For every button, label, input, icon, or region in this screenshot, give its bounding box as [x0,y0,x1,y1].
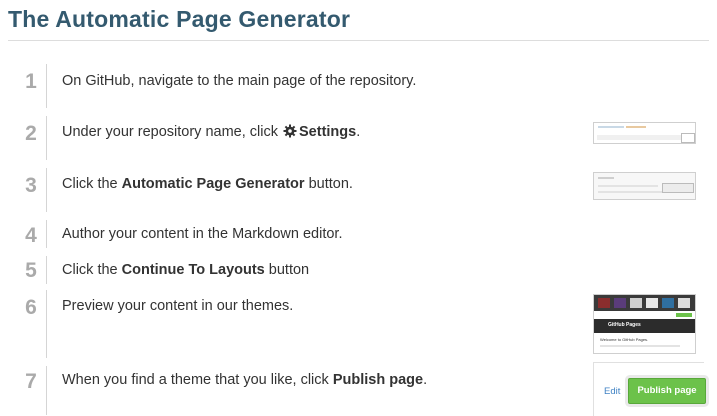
step-divider [46,64,47,108]
edit-link[interactable]: Edit [604,386,620,397]
step-text-pre: Click the [62,262,122,278]
step-divider [46,168,47,212]
step-text-post: . [423,372,428,388]
title-divider [8,40,709,41]
step-4: 4 Author your content in the Markdown ed… [0,220,717,248]
settings-screenshot-thumbnail [593,122,696,144]
step-divider [46,116,47,160]
step-text: Click the Continue To Layouts button [62,262,309,278]
step-text-pre: When you find a theme that you like, cli… [62,372,333,388]
settings-label: Settings [299,124,357,140]
step-number: 6 [25,296,37,319]
step-text: Preview your content in our themes. [62,298,294,314]
step-divider [46,366,47,415]
page-generator-screenshot-thumbnail [593,172,696,200]
step-text: Under your repository name, click Settin… [62,124,360,142]
step-text-pre: Click the [62,176,122,192]
gear-icon [283,124,297,142]
step-text: On GitHub, navigate to the main page of … [62,73,417,89]
step-number: 2 [25,122,37,145]
step-divider [46,256,47,284]
theme-preview-title: GitHub Pages [608,322,641,328]
step-number: 5 [25,259,37,282]
page-title: The Automatic Page Generator [8,6,351,32]
theme-preview-welcome: Welcome to GitHub Pages. [600,337,649,342]
step-2: 2 Under your repository name, click Sett… [0,116,717,160]
step-6: 6 Preview your content in our themes. Gi… [0,290,717,358]
step-number: 4 [25,224,37,247]
theme-preview-thumbnail: GitHub Pages Welcome to GitHub Pages. [593,294,696,354]
automatic-page-generator-label: Automatic Page Generator [121,176,305,192]
step-text-pre: Under your repository name, click [62,124,282,140]
step-number: 1 [25,70,37,93]
continue-to-layouts-label: Continue To Layouts [121,262,265,278]
step-text-post: button. [304,176,353,192]
step-3: 3 Click the Automatic Page Generator but… [0,168,717,212]
step-5: 5 Click the Continue To Layouts button [0,256,717,284]
step-text: When you find a theme that you like, cli… [62,372,427,388]
step-divider [46,290,47,358]
step-text: Author your content in the Markdown edit… [62,226,343,242]
step-text-post: . [356,124,361,140]
step-divider [46,220,47,248]
publish-page-label: Publish page [332,372,424,388]
step-number: 7 [25,370,37,393]
step-number: 3 [25,174,37,197]
step-text: Click the Automatic Page Generator butto… [62,176,353,192]
publish-page-button[interactable]: Publish page [628,378,706,404]
step-text-post: button [264,262,310,278]
step-1: 1 On GitHub, navigate to the main page o… [0,64,717,108]
